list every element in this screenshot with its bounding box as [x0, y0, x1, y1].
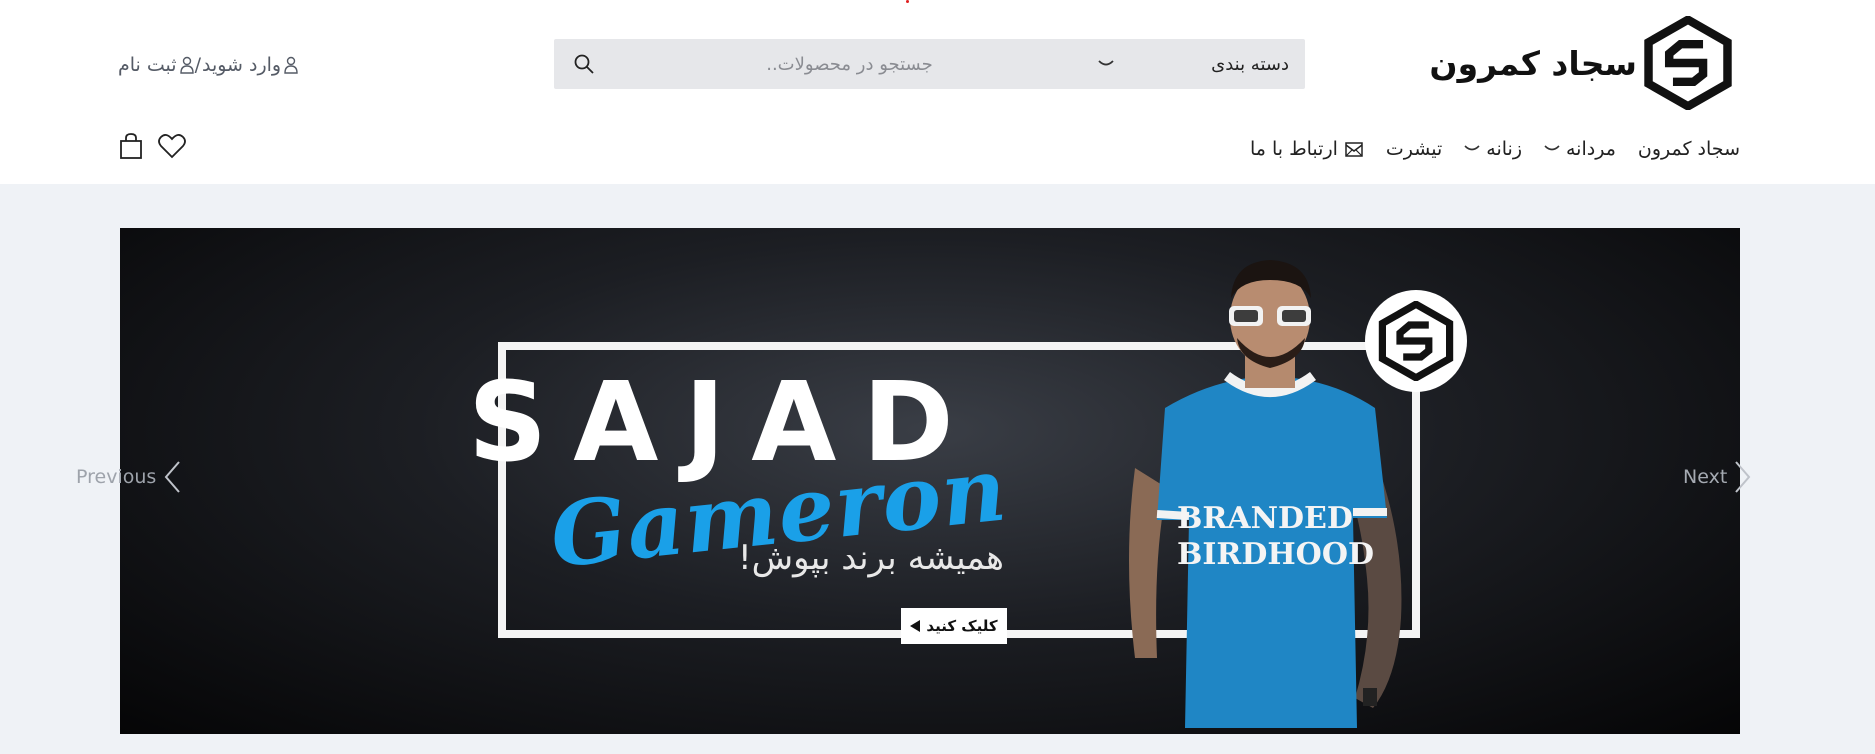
chevron-left-icon	[164, 461, 181, 493]
play-icon	[910, 620, 921, 632]
slider-prev-button[interactable]: Previous	[76, 460, 182, 494]
slider-prev-label: Previous	[76, 466, 157, 488]
nav-item-contact[interactable]: ارتباط با ما	[1250, 138, 1364, 160]
shirt-text-line-2: BIRDHOOD	[1177, 537, 1374, 572]
category-dropdown[interactable]: دسته بندی	[1085, 39, 1305, 89]
search-button[interactable]	[554, 39, 614, 89]
top-indicator-dot	[906, 0, 909, 3]
nav-item-label: مردانه	[1566, 138, 1616, 160]
account-links: وارد شوید / ثبت نام	[118, 50, 298, 80]
chevron-down-icon	[1464, 145, 1480, 151]
nav-item-label: تیشرت	[1385, 138, 1443, 160]
account-separator: /	[194, 54, 201, 76]
header-icons	[118, 132, 186, 160]
user-icon	[284, 56, 298, 74]
nav-item-women[interactable]: زنانه	[1464, 138, 1522, 160]
search-input[interactable]	[614, 39, 1085, 89]
hero-slider[interactable]: SAJAD Gameron همیشه برند بپوش! BRANDED B…	[120, 228, 1740, 734]
chevron-down-icon	[1544, 145, 1560, 151]
site-logo[interactable]: سجاد کمرون	[1429, 16, 1735, 110]
nav-item-label: زنانه	[1486, 138, 1522, 160]
slider-next-label: Next	[1683, 466, 1728, 488]
banner-model-image: BRANDED BIRDHOOD	[1129, 260, 1402, 728]
register-link[interactable]: ثبت نام	[118, 54, 177, 76]
search-icon	[574, 54, 594, 74]
site-header: سجاد کمرون دسته بندی وارد شوید /	[0, 0, 1875, 184]
nav-item-label: سجاد کمرون	[1637, 138, 1740, 160]
banner-cta-button[interactable]: کلیک کنید	[901, 608, 1007, 644]
heart-icon	[158, 134, 186, 159]
main-nav: سجاد کمرون مردانه زنانه تیشرت ارتباط با …	[1250, 132, 1740, 166]
chevron-right-icon	[1735, 461, 1751, 493]
cta-label: کلیک کنید	[926, 617, 998, 635]
nav-item-tshirt[interactable]: تیشرت	[1386, 138, 1442, 160]
chevron-down-icon	[1098, 60, 1114, 66]
wishlist-button[interactable]	[158, 133, 186, 159]
banner-tagline: همیشه برند بپوش!	[738, 538, 1004, 578]
user-icon	[179, 56, 194, 74]
cart-button[interactable]	[118, 132, 144, 160]
shopping-bag-icon	[120, 133, 142, 159]
nav-item-label: ارتباط با ما	[1249, 138, 1338, 160]
category-label: دسته بندی	[1211, 53, 1289, 75]
nav-item-brand[interactable]: سجاد کمرون	[1638, 138, 1740, 160]
slider-next-button[interactable]: Next	[1683, 460, 1753, 494]
brand-name: سجاد کمرون	[1429, 43, 1638, 83]
shirt-text-line-1: BRANDED	[1177, 501, 1353, 536]
search-bar: دسته بندی	[554, 39, 1305, 89]
mail-icon	[1345, 142, 1363, 157]
nav-item-men[interactable]: مردانه	[1544, 138, 1616, 160]
brand-logo-icon	[1644, 16, 1732, 110]
login-link[interactable]: وارد شوید	[202, 54, 281, 76]
